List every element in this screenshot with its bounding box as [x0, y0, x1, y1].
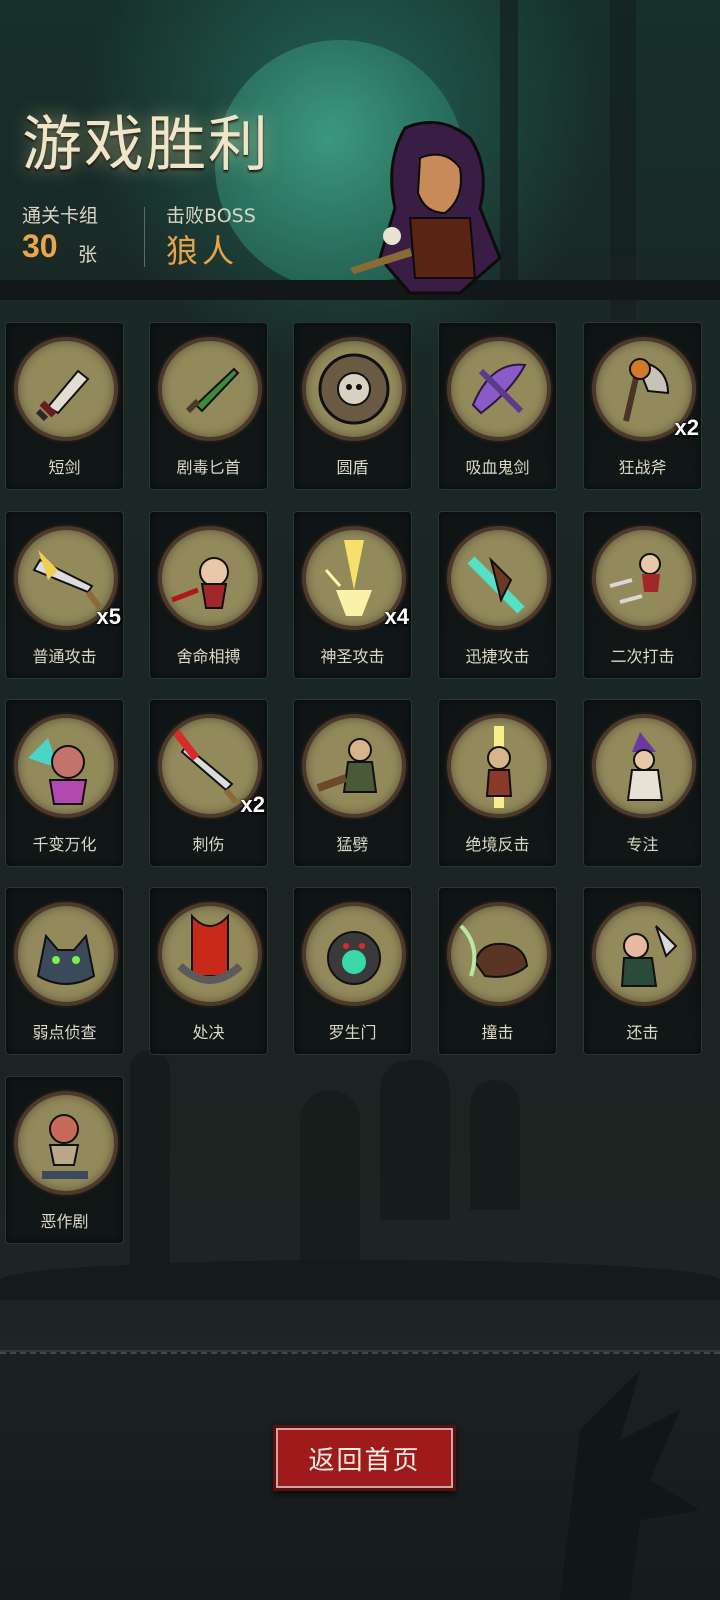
card-count-badge: x5: [96, 604, 121, 629]
card-name: 还击: [626, 1023, 659, 1042]
defeated-boss-label: 击败BOSS: [166, 205, 256, 227]
victory-header: 游戏胜利 通关卡组 30 张 击败BOSS 狼人: [0, 0, 720, 310]
poison-dagger-icon: [158, 337, 262, 441]
vampire-sword-icon: [447, 337, 551, 441]
deck-card[interactable]: 普通攻击 x5: [5, 511, 124, 679]
deck-card[interactable]: 处决: [149, 887, 268, 1055]
short-sword-icon: [14, 337, 118, 441]
deck-card[interactable]: 剧毒匕首: [149, 322, 268, 490]
deck-card[interactable]: 舍命相搏: [149, 511, 268, 679]
card-name: 剧毒匕首: [176, 458, 241, 477]
deck-card[interactable]: 圆盾: [293, 322, 412, 490]
deck-card[interactable]: 专注: [583, 699, 702, 867]
deck-card[interactable]: 迅捷攻击: [438, 511, 557, 679]
card-count-badge: x4: [384, 604, 409, 629]
focus-icon: [592, 714, 696, 818]
deck-card[interactable]: 狂战斧 x2: [583, 322, 702, 490]
card-name: 千变万化: [32, 835, 97, 854]
return-home-button[interactable]: 返回首页: [273, 1425, 456, 1491]
card-name: 短剑: [48, 458, 81, 477]
card-name: 舍命相搏: [176, 647, 241, 666]
cleared-deck-label: 通关卡组: [22, 205, 99, 227]
deck-card[interactable]: 千变万化: [5, 699, 124, 867]
double-strike-icon: [592, 526, 696, 630]
deck-card[interactable]: 还击: [583, 887, 702, 1055]
deck-card[interactable]: 神圣攻击 x4: [293, 511, 412, 679]
card-name: 罗生门: [328, 1023, 377, 1042]
card-name: 猛劈: [336, 835, 369, 854]
card-name: 撞击: [481, 1023, 514, 1042]
page-title: 游戏胜利: [22, 110, 270, 180]
card-name: 神圣攻击: [320, 647, 385, 666]
execute-icon: [158, 902, 262, 1006]
cleared-deck-count: 30: [22, 228, 58, 264]
card-name: 弱点侦查: [32, 1023, 97, 1042]
card-name: 普通攻击: [32, 647, 97, 666]
deck-card[interactable]: 恶作剧: [5, 1076, 124, 1244]
card-name: 专注: [626, 835, 659, 854]
deck-card[interactable]: 二次打击: [583, 511, 702, 679]
deck-card[interactable]: 弱点侦查: [5, 887, 124, 1055]
last-stand-counter-icon: [447, 714, 551, 818]
card-name: 二次打击: [610, 647, 675, 666]
prank-icon: [14, 1091, 118, 1195]
deck-card[interactable]: 猛劈: [293, 699, 412, 867]
rashomon-gate-icon: [302, 902, 406, 1006]
card-name: 刺伤: [192, 835, 225, 854]
shapeshift-icon: [14, 714, 118, 818]
cleave-icon: [302, 714, 406, 818]
card-name: 吸血鬼剑: [465, 458, 530, 477]
deck-card[interactable]: 短剑: [5, 322, 124, 490]
riposte-icon: [592, 902, 696, 1006]
hero-character-portrait: [350, 120, 502, 295]
card-name: 狂战斧: [618, 458, 667, 477]
deck-card[interactable]: 吸血鬼剑: [438, 322, 557, 490]
card-name: 处决: [192, 1023, 225, 1042]
deck-card[interactable]: 绝境反击: [438, 699, 557, 867]
round-shield-icon: [302, 337, 406, 441]
card-name: 圆盾: [336, 458, 369, 477]
dead-tree-decoration: [560, 1370, 700, 1600]
card-name: 恶作剧: [40, 1212, 89, 1231]
card-count-badge: x2: [674, 415, 699, 440]
card-count-badge: x2: [240, 792, 265, 817]
stat-divider: [144, 207, 145, 267]
desperate-fight-icon: [158, 526, 262, 630]
swift-attack-icon: [447, 526, 551, 630]
deck-card[interactable]: 撞击: [438, 887, 557, 1055]
defeated-boss-name: 狼人: [166, 232, 239, 270]
charge-icon: [447, 902, 551, 1006]
weakness-scout-icon: [14, 902, 118, 1006]
cleared-deck-unit: 张: [78, 244, 98, 266]
card-name: 绝境反击: [465, 835, 530, 854]
deck-card[interactable]: 罗生门: [293, 887, 412, 1055]
card-name: 迅捷攻击: [465, 647, 530, 666]
deck-card[interactable]: 刺伤 x2: [149, 699, 268, 867]
